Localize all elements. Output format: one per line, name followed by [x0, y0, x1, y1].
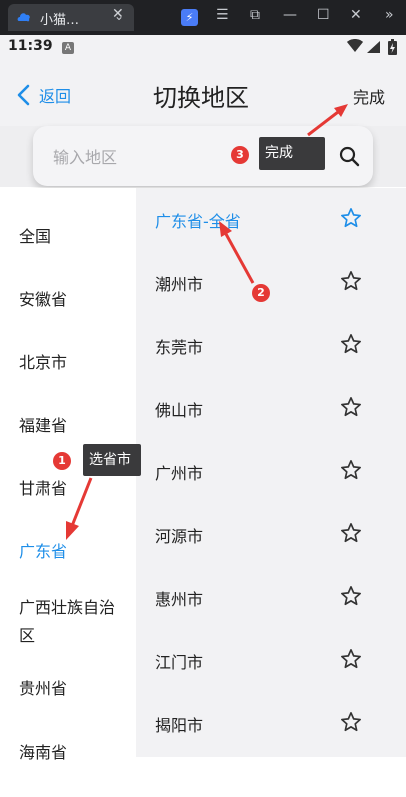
province-item-selected[interactable]: 广东省 [0, 520, 136, 583]
city-item[interactable]: 河源市 [136, 503, 406, 566]
window-titlebar: 小猫… ✕ ⌄ ⚡ ☰ ⧉ — ☐ ✕ » [0, 0, 406, 35]
annotation-text-3: 完成 [265, 145, 293, 161]
annotation-badge-1: 1 [53, 452, 71, 470]
city-item[interactable]: 东莞市 [136, 314, 406, 377]
city-label: 东莞市 [155, 338, 204, 357]
city-item[interactable]: 惠州市 [136, 566, 406, 629]
tab-list-chevron-icon[interactable]: ⌄ [114, 9, 124, 23]
city-label: 佛山市 [155, 401, 204, 420]
province-item[interactable]: 海南省 [0, 734, 136, 797]
province-item[interactable]: 全国 [0, 205, 136, 268]
more-icon[interactable]: » [385, 7, 394, 23]
province-label: 福建省 [19, 416, 68, 435]
province-label: 全国 [19, 227, 52, 246]
star-icon[interactable] [340, 522, 362, 544]
city-item[interactable]: 揭阳市 [136, 692, 406, 755]
province-label: 广西壮族自治区 [19, 598, 116, 645]
pip-icon[interactable]: ⧉ [250, 7, 260, 23]
city-label: 江门市 [155, 653, 204, 672]
minimize-icon[interactable]: — [283, 7, 297, 23]
city-item-selected[interactable]: 广东省-全省 [136, 188, 406, 251]
status-time: 11:39 [8, 38, 53, 54]
star-icon[interactable] [340, 585, 362, 607]
city-item[interactable]: 潮州市 [136, 251, 406, 314]
province-item[interactable]: 广西壮族自治区 [0, 583, 136, 671]
star-icon[interactable] [340, 396, 362, 418]
city-label: 潮州市 [155, 275, 204, 294]
annotation-badge-2: 2 [252, 284, 270, 302]
province-item[interactable]: 贵州省 [0, 671, 136, 734]
app-icon [17, 13, 30, 22]
annotation-callout-1: 选省市 [83, 444, 141, 476]
annotation-callout-3: 完成 [259, 137, 325, 170]
city-item[interactable]: 佛山市 [136, 377, 406, 440]
star-icon[interactable] [340, 333, 362, 355]
chevron-left-icon [17, 84, 30, 106]
province-label: 北京市 [19, 353, 68, 372]
maximize-icon[interactable]: ☐ [317, 7, 330, 23]
status-bar: 11:39 A [0, 35, 406, 60]
city-item[interactable]: 江门市 [136, 629, 406, 692]
star-icon[interactable] [340, 711, 362, 733]
city-label: 广州市 [155, 464, 204, 483]
nav-header: 返回 切换地区 完成 [0, 60, 406, 126]
signal-icon [367, 41, 380, 53]
star-icon[interactable] [340, 270, 362, 292]
search-input[interactable] [53, 146, 253, 168]
status-a-icon: A [62, 42, 74, 54]
province-label: 贵州省 [19, 679, 68, 698]
battery-icon [388, 39, 397, 55]
close-window-icon[interactable]: ✕ [350, 7, 362, 23]
province-item[interactable]: 安徽省 [0, 268, 136, 331]
city-list: 广东省-全省 潮州市 东莞市 佛山市 广州市 河源市 惠州市 江门市 揭阳市 [136, 188, 406, 757]
province-label: 甘肃省 [19, 479, 68, 498]
star-icon[interactable] [340, 207, 362, 229]
wifi-icon [347, 39, 363, 52]
province-item[interactable]: 北京市 [0, 331, 136, 394]
city-label: 惠州市 [155, 590, 204, 609]
menu-icon[interactable]: ☰ [216, 7, 229, 23]
search-icon[interactable] [339, 146, 360, 167]
star-icon[interactable] [340, 648, 362, 670]
city-item[interactable]: 广州市 [136, 440, 406, 503]
page-title: 切换地区 [153, 84, 249, 112]
annotation-text-1: 选省市 [89, 452, 131, 468]
done-button[interactable]: 完成 [353, 84, 385, 108]
city-label: 河源市 [155, 527, 204, 546]
city-label: 揭阳市 [155, 716, 204, 735]
province-label: 安徽省 [19, 290, 68, 309]
city-label: 广东省-全省 [155, 212, 241, 231]
tab-title: 小猫… [40, 13, 80, 28]
star-icon[interactable] [340, 459, 362, 481]
province-label: 广东省 [19, 542, 68, 561]
annotation-badge-3: 3 [231, 146, 249, 164]
extension-icon[interactable]: ⚡ [181, 9, 198, 26]
back-label: 返回 [39, 87, 72, 106]
province-label: 海南省 [19, 743, 68, 762]
